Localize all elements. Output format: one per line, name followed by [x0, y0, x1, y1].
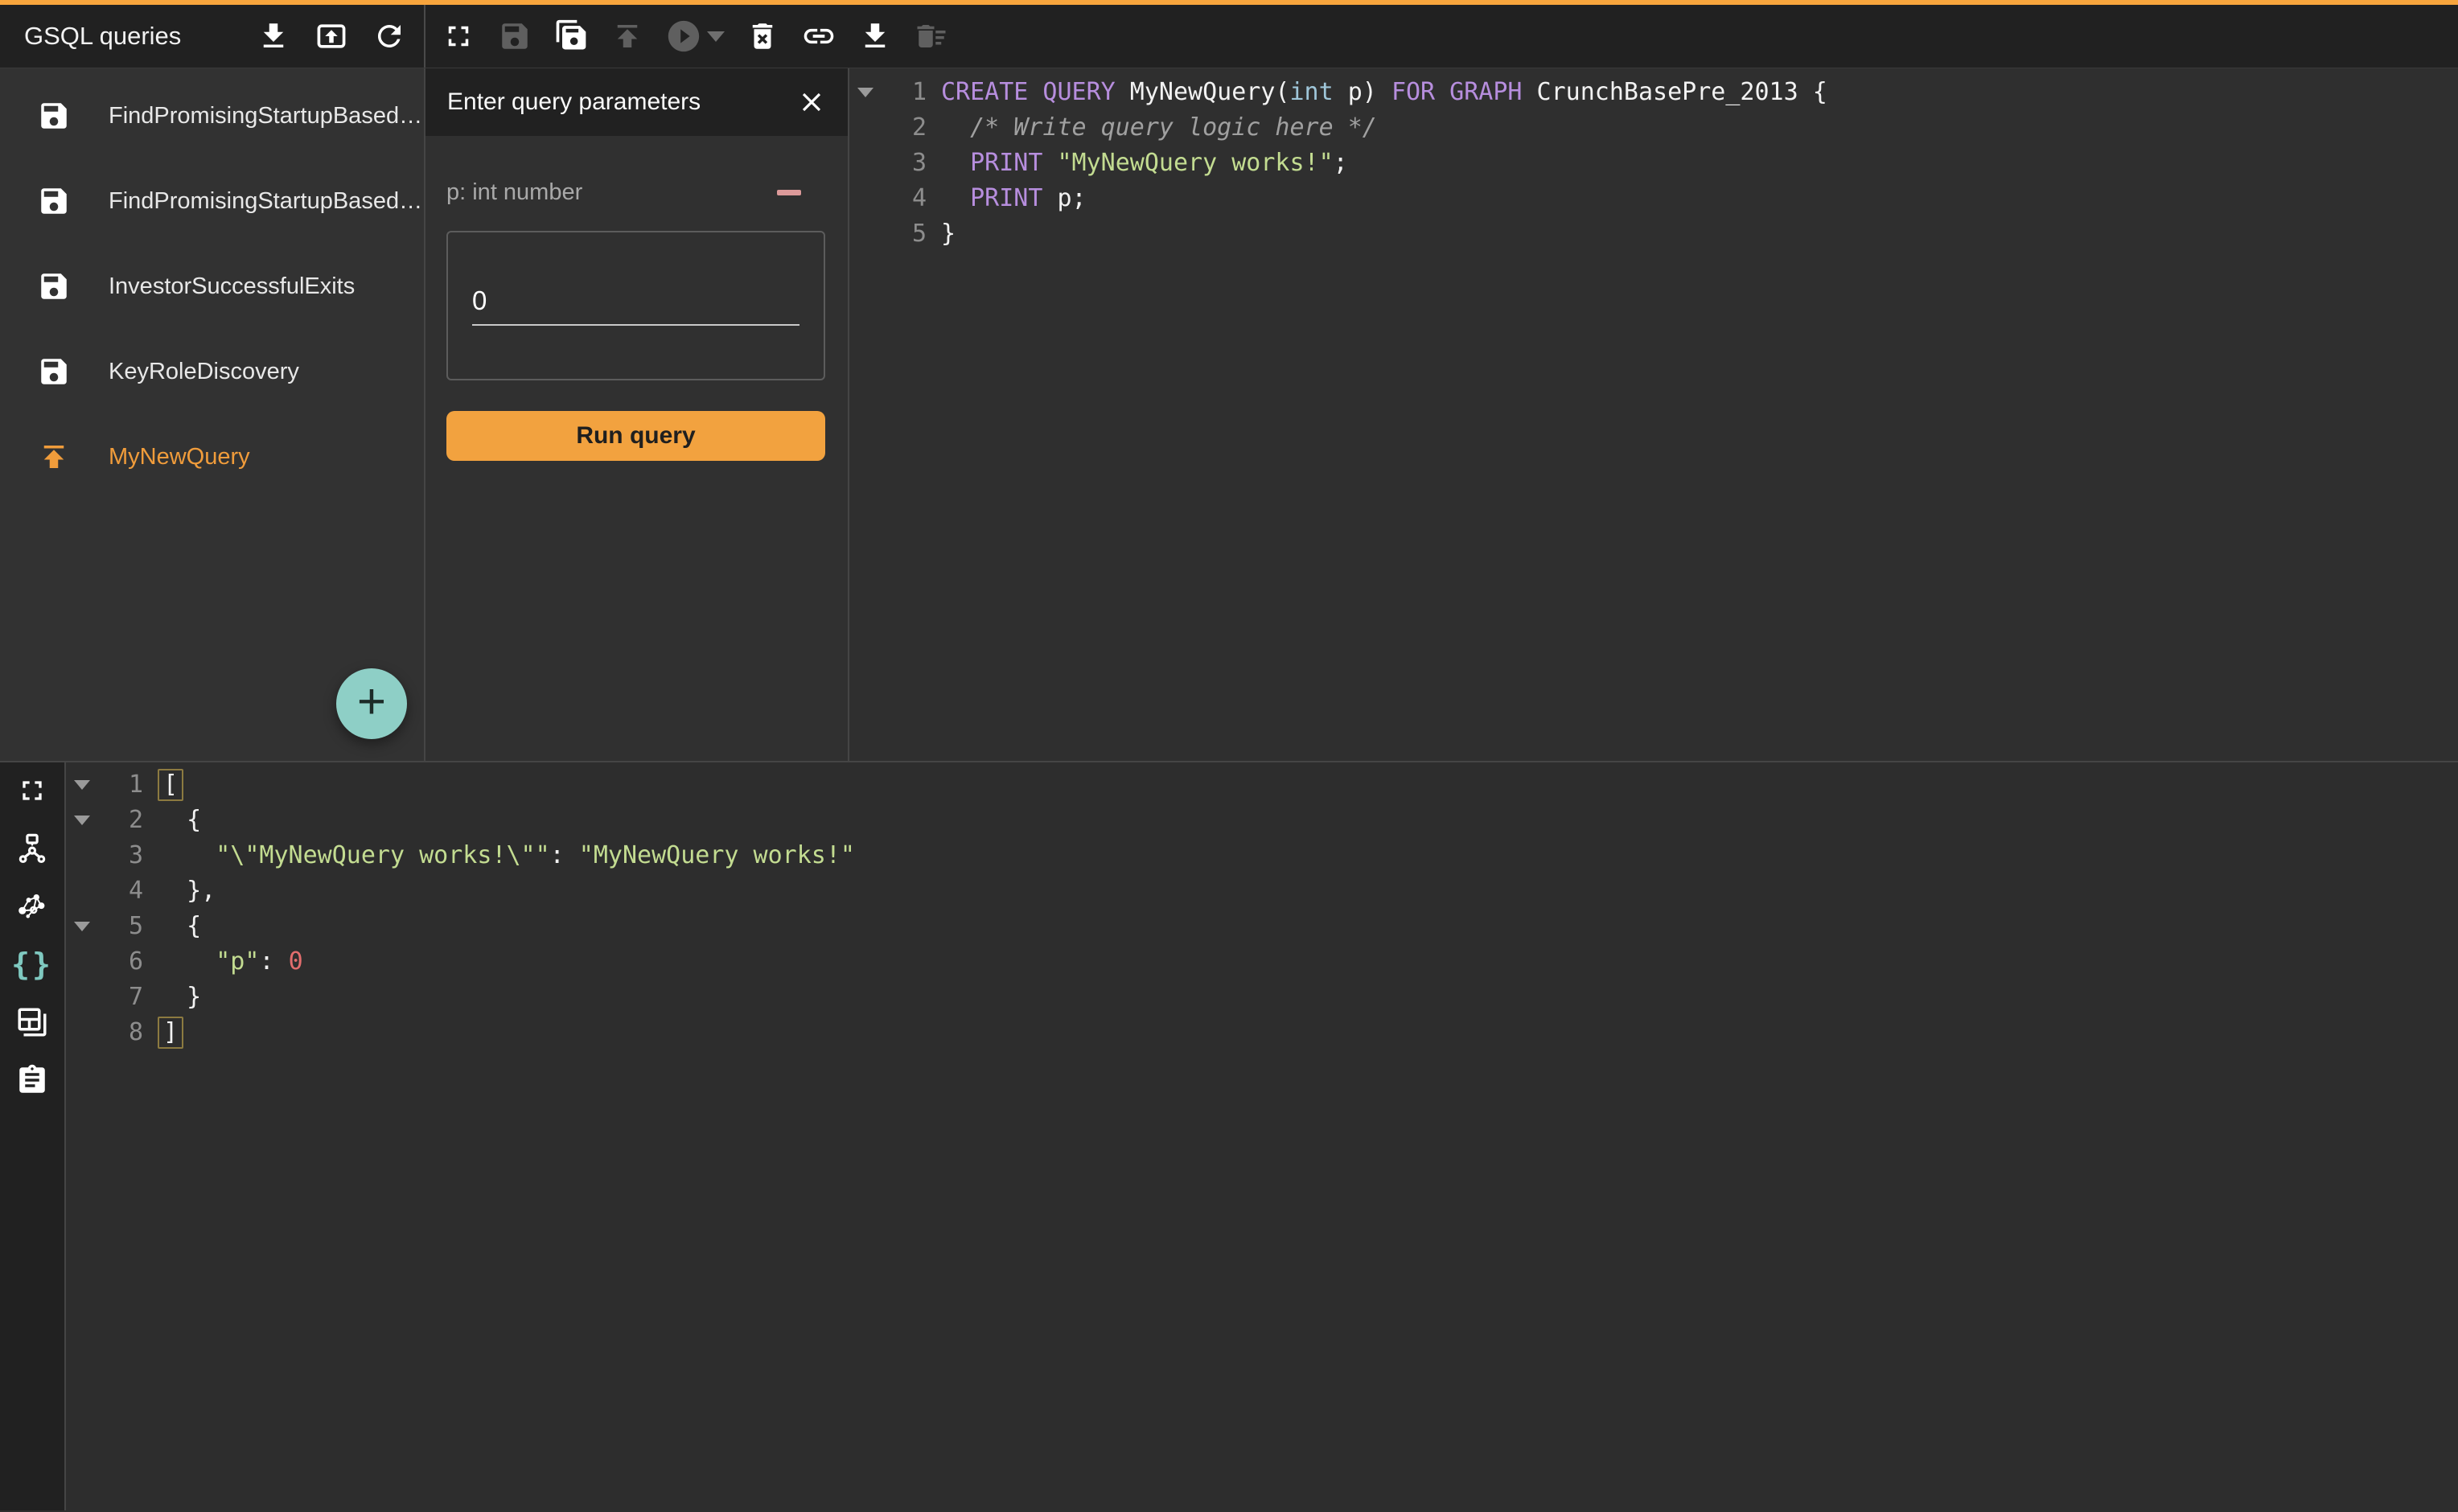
save-icon[interactable] [496, 18, 533, 55]
line-number: 1 [882, 75, 927, 110]
param-value-input[interactable]: 0 [472, 286, 799, 324]
fold-toggle-icon[interactable] [74, 780, 90, 790]
copy-link-icon[interactable] [800, 18, 837, 55]
app-header: GSQL queries [0, 5, 2458, 68]
result-line: 1 [ [66, 767, 2458, 803]
run-query-group [665, 18, 725, 55]
query-result-json-viewer[interactable]: 1 [ 2 { 3 "\"MyNewQuery works!\"": "MyNe… [66, 762, 2458, 1510]
line-number: 8 [98, 1015, 143, 1050]
refresh-icon[interactable] [371, 18, 408, 55]
sidebar-item-query-4[interactable]: KeyRoleDiscovery [0, 329, 424, 414]
result-line: 8 ] [66, 1015, 2458, 1050]
saved-query-icon [35, 97, 72, 134]
download-query-icon[interactable] [857, 18, 894, 55]
result-view-toolbar: {} [0, 762, 66, 1510]
page-title: GSQL queries [24, 22, 181, 51]
result-line: 5 { [66, 909, 2458, 944]
query-parameters-panel: Enter query parameters p: int number 0 R… [425, 68, 849, 761]
sidebar-item-query-1[interactable]: FindPromisingStartupBased… [0, 73, 424, 158]
saved-query-icon [35, 183, 72, 220]
saved-query-icon [35, 353, 72, 390]
table-view-icon[interactable] [14, 1004, 51, 1041]
log-view-icon[interactable] [14, 1062, 51, 1099]
query-name: MyNewQuery [109, 444, 250, 470]
line-number: 2 [882, 110, 927, 146]
code-line: 2 /* Write query logic here */ [849, 110, 2458, 146]
query-name: FindPromisingStartupBased… [109, 188, 422, 215]
param-label: p: int number [446, 179, 582, 206]
line-number: 3 [882, 146, 927, 181]
run-options-icon[interactable] [707, 31, 725, 42]
parameters-panel-header: Enter query parameters [425, 68, 848, 136]
line-number: 3 [98, 838, 143, 873]
remove-param-icon[interactable] [777, 190, 801, 195]
line-number: 5 [98, 909, 143, 944]
result-line: 3 "\"MyNewQuery works!\"": "MyNewQuery w… [66, 838, 2458, 873]
line-number: 1 [98, 767, 143, 803]
run-query-button[interactable]: Run query [446, 411, 825, 461]
add-query-button[interactable]: + [336, 668, 407, 739]
file-download-icon[interactable] [255, 18, 292, 55]
sidebar-item-query-3[interactable]: InvestorSuccessfulExits [0, 244, 424, 329]
line-number: 2 [98, 803, 143, 838]
code-line: 1 CREATE QUERY MyNewQuery(int p) FOR GRA… [849, 75, 2458, 110]
clear-results-icon[interactable] [913, 18, 950, 55]
result-line: 7 } [66, 980, 2458, 1015]
result-line: 2 { [66, 803, 2458, 838]
plus-icon: + [357, 677, 386, 727]
graph-view-icon[interactable] [14, 888, 51, 925]
fold-toggle-icon[interactable] [74, 816, 90, 825]
code-line: 4 PRINT p; [849, 181, 2458, 216]
sidebar-item-query-2[interactable]: FindPromisingStartupBased… [0, 158, 424, 244]
result-line: 4 }, [66, 873, 2458, 909]
code-line: 5 } [849, 216, 2458, 252]
line-number: 4 [98, 873, 143, 909]
fullscreen-icon[interactable] [440, 18, 477, 55]
code-line: 3 PRINT "MyNewQuery works!"; [849, 146, 2458, 181]
publish-icon[interactable] [609, 18, 646, 55]
line-number: 5 [882, 216, 927, 252]
sidebar-item-query-5-active[interactable]: MyNewQuery [0, 414, 424, 499]
gsql-code-editor[interactable]: 1 CREATE QUERY MyNewQuery(int p) FOR GRA… [849, 68, 2458, 761]
query-name: FindPromisingStartupBased… [109, 103, 422, 129]
save-all-icon[interactable] [553, 18, 590, 55]
parameters-panel-title: Enter query parameters [447, 88, 701, 116]
matched-bracket: [ [158, 769, 183, 801]
line-number: 6 [98, 944, 143, 980]
line-number: 7 [98, 980, 143, 1015]
run-icon[interactable] [665, 18, 702, 55]
publish-pending-icon [35, 438, 72, 475]
delete-query-icon[interactable] [744, 18, 781, 55]
query-name: InvestorSuccessfulExits [109, 273, 355, 300]
close-icon[interactable] [793, 84, 830, 121]
input-underline [472, 324, 799, 326]
fold-toggle-icon[interactable] [74, 922, 90, 931]
param-input-box: 0 [446, 231, 825, 380]
query-name: KeyRoleDiscovery [109, 359, 299, 385]
saved-query-icon [35, 268, 72, 305]
query-list-sidebar: FindPromisingStartupBased… FindPromising… [0, 68, 425, 761]
expand-view-icon[interactable] [14, 772, 51, 809]
queries-panel-header: GSQL queries [0, 5, 425, 68]
result-line: 6 "p": 0 [66, 944, 2458, 980]
line-number: 4 [882, 181, 927, 216]
matched-bracket: ] [158, 1017, 183, 1049]
schema-tree-icon[interactable] [14, 830, 51, 867]
query-toolbar [425, 5, 2458, 68]
fold-toggle-icon[interactable] [857, 88, 873, 97]
upload-box-icon[interactable] [313, 18, 350, 55]
json-view-icon[interactable]: {} [14, 946, 51, 983]
